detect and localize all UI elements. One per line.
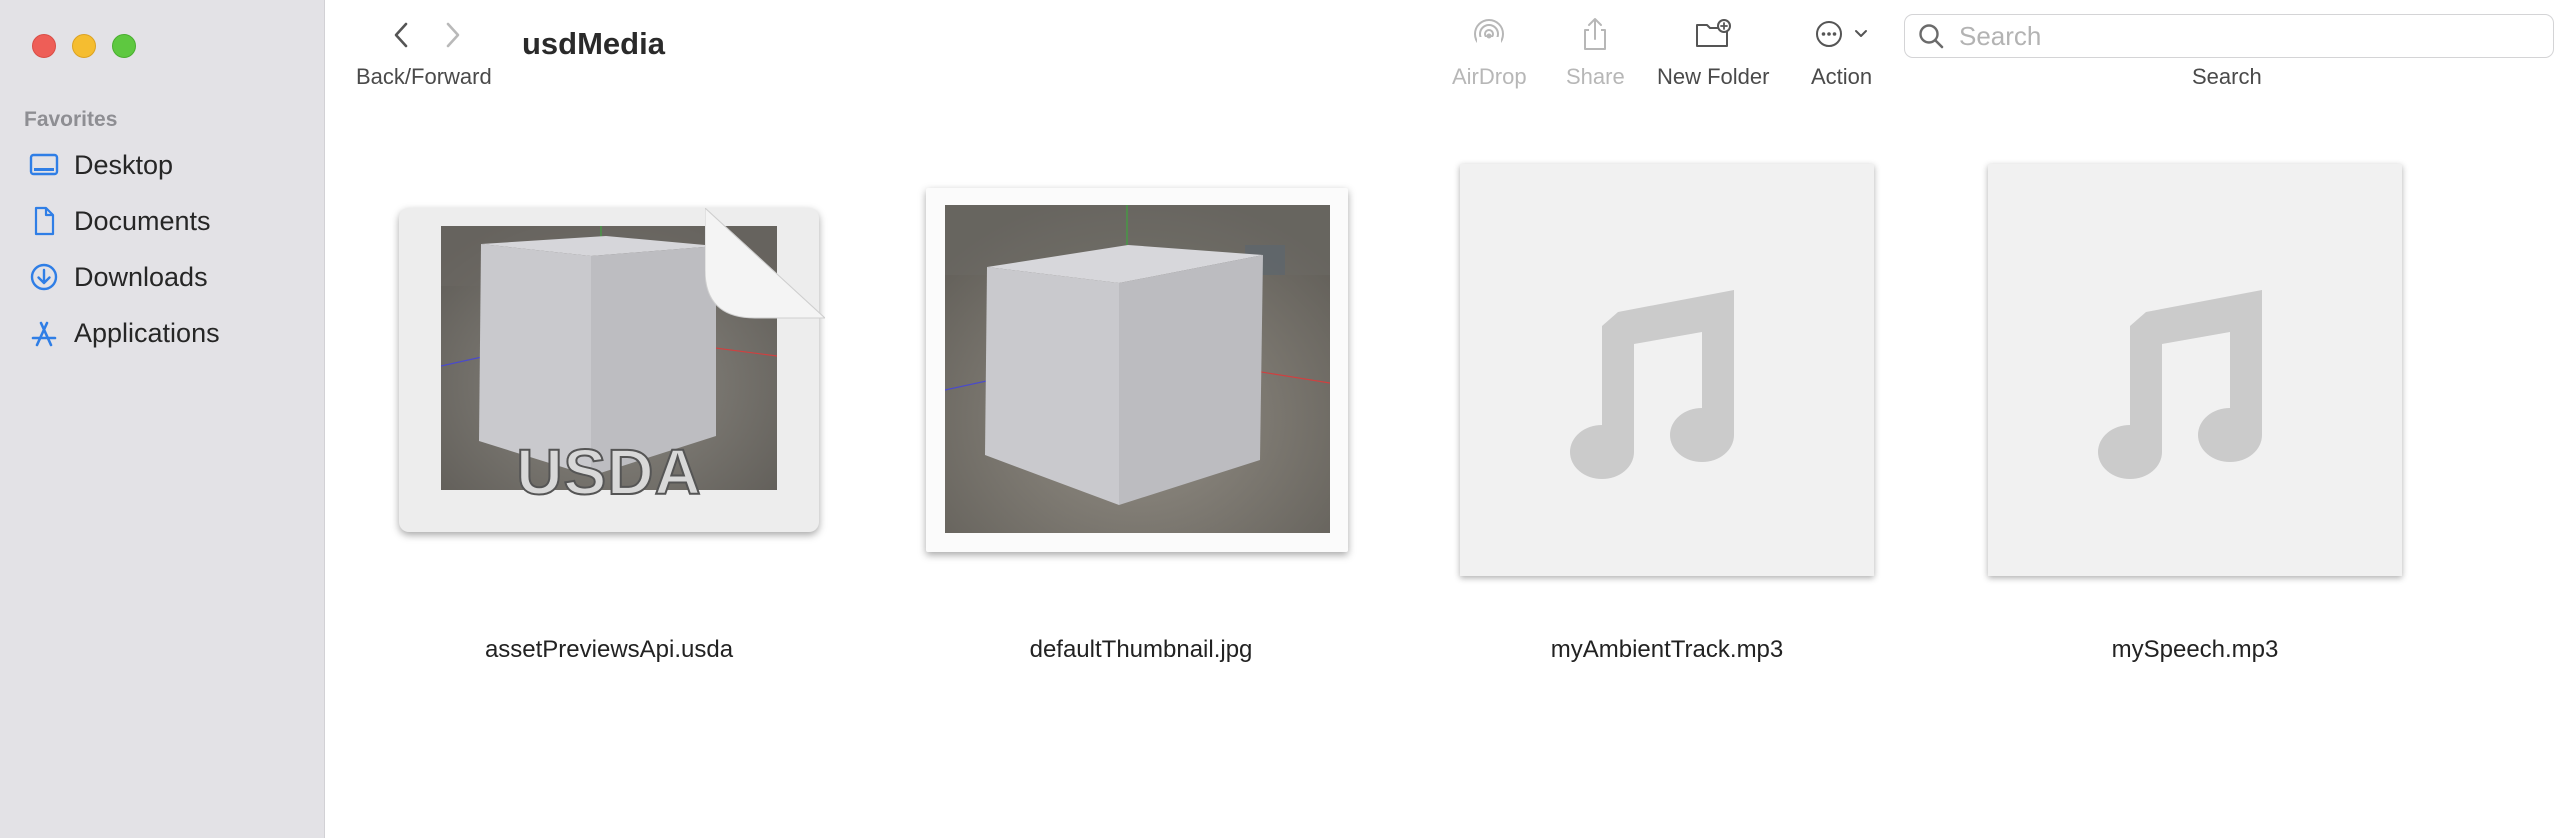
search-input[interactable] (1957, 19, 2521, 53)
maximize-window-button[interactable] (112, 34, 136, 58)
file-item[interactable]: defaultThumbnail.jpg (891, 150, 1391, 670)
share-button[interactable]: Share (1566, 14, 1625, 90)
sidebar: Favorites Desktop Documents Downloads Ap… (0, 0, 325, 838)
minimize-window-button[interactable] (72, 34, 96, 58)
sidebar-item-label: Desktop (74, 149, 174, 180)
close-window-button[interactable] (32, 34, 56, 58)
airdrop-label: AirDrop (1452, 64, 1527, 89)
search-icon (1919, 24, 1944, 49)
favorites-header: Favorites (24, 108, 118, 131)
desktop-icon (29, 153, 59, 176)
window-title: usdMedia (522, 26, 665, 61)
share-icon (1584, 18, 1607, 50)
applications-icon (31, 321, 57, 347)
action-ellipsis-icon (1815, 21, 1842, 47)
sidebar-item-label: Downloads (74, 261, 208, 292)
chevron-right-icon (446, 22, 460, 48)
sidebar-item-label: Documents (74, 205, 211, 236)
action-button[interactable]: Action (1811, 14, 1872, 90)
search-label: Search (2192, 64, 2262, 89)
forward-button[interactable] (438, 18, 468, 52)
file-item[interactable]: mySpeech.mp3 (1945, 150, 2445, 670)
share-label: Share (1566, 64, 1625, 89)
sidebar-item-desktop[interactable]: Desktop (28, 145, 173, 185)
action-label: Action (1811, 64, 1873, 89)
file-item[interactable]: myAmbientTrack.mp3 (1417, 150, 1917, 670)
document-icon (34, 206, 55, 236)
back-button[interactable] (386, 18, 416, 52)
search-field[interactable] (1904, 14, 2554, 58)
download-icon (30, 263, 58, 291)
airdrop-icon (1474, 19, 1505, 51)
sidebar-item-label: Applications (74, 317, 220, 348)
file-name[interactable]: assetPreviewsApi.usda (359, 636, 859, 664)
new-folder-label: New Folder (1657, 64, 1770, 89)
file-name[interactable]: myAmbientTrack.mp3 (1417, 636, 1917, 664)
file-name[interactable]: mySpeech.mp3 (1945, 636, 2445, 664)
file-item[interactable]: assetPreviewsApi.usda (359, 150, 859, 670)
chevron-down-icon (1854, 30, 1867, 37)
airdrop-button[interactable]: AirDrop (1452, 14, 1527, 90)
sidebar-item-documents[interactable]: Documents (28, 201, 211, 241)
chevron-left-icon (394, 22, 408, 48)
new-folder-button[interactable]: New Folder (1657, 14, 1769, 90)
new-folder-icon (1696, 19, 1732, 47)
file-name[interactable]: defaultThumbnail.jpg (891, 636, 1391, 664)
back-forward-label: Back/Forward (356, 64, 492, 89)
sidebar-item-applications[interactable]: Applications (28, 313, 220, 353)
sidebar-item-downloads[interactable]: Downloads (28, 257, 208, 297)
